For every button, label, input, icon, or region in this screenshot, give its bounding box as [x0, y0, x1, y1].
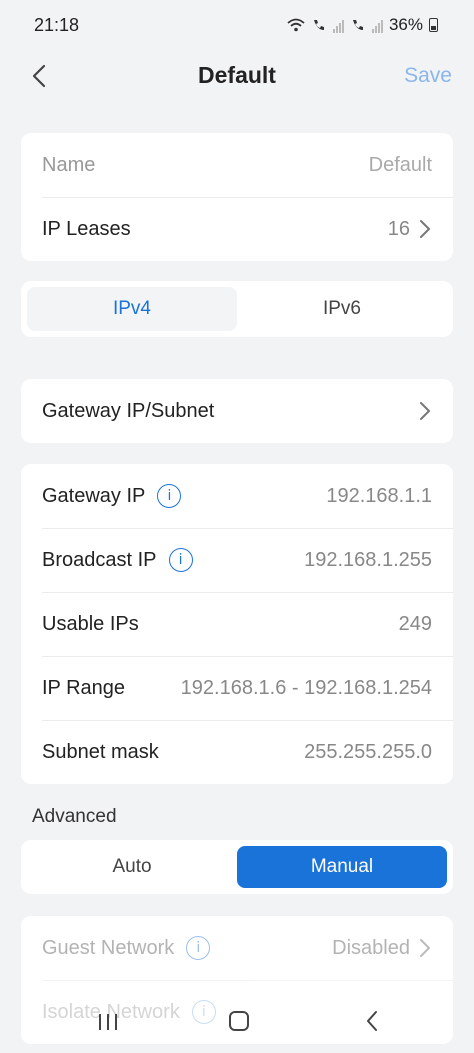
tab-ipv4[interactable]: IPv4 — [27, 287, 237, 331]
general-card: Name Default IP Leases 16 — [21, 133, 453, 261]
status-bar: 21:18 36% — [0, 0, 474, 50]
tab-ipv6[interactable]: IPv6 — [237, 287, 447, 331]
tab-manual[interactable]: Manual — [237, 846, 447, 888]
signal-1-icon — [332, 17, 344, 33]
gateway-subnet-card: Gateway IP/Subnet — [21, 379, 453, 443]
guest-network-label-wrap: Guest Network i — [42, 936, 211, 960]
home-icon[interactable] — [229, 1011, 249, 1031]
ip-range-value: 192.168.1.6 - 192.168.1.254 — [180, 676, 432, 699]
ip-leases-row[interactable]: IP Leases 16 — [21, 197, 453, 261]
guest-network-label: Guest Network — [42, 936, 175, 959]
network-details-card: Gateway IP i 192.168.1.1 Broadcast IP i … — [21, 464, 453, 784]
wifi-calling-icon-2 — [352, 20, 363, 30]
usable-ips-row: Usable IPs 249 — [21, 592, 453, 656]
gateway-ip-row: Gateway IP i 192.168.1.1 — [21, 464, 453, 528]
ip-version-tabs: IPv4 IPv6 — [21, 281, 453, 337]
broadcast-ip-label: Broadcast IP — [42, 548, 157, 571]
ip-range-label: IP Range — [42, 676, 126, 699]
gateway-subnet-chevron-wrap — [418, 401, 432, 421]
gateway-ip-label: Gateway IP — [42, 484, 146, 507]
tab-auto[interactable]: Auto — [27, 846, 237, 888]
info-icon[interactable]: i — [168, 548, 193, 572]
name-value: Default — [368, 153, 432, 176]
ip-leases-count: 16 — [387, 217, 410, 240]
subnet-mask-label: Subnet mask — [42, 740, 159, 763]
system-navigation-bar — [0, 985, 474, 1053]
chevron-right-icon — [420, 220, 430, 238]
save-button[interactable]: Save — [404, 64, 452, 88]
broadcast-ip-label-wrap: Broadcast IP i — [42, 548, 193, 572]
advanced-mode-tabs: Auto Manual — [21, 840, 453, 894]
status-icons: 36% — [287, 15, 438, 35]
nav-back-icon[interactable] — [364, 1009, 380, 1033]
gateway-ip-value: 192.168.1.1 — [326, 484, 432, 507]
broadcast-ip-row: Broadcast IP i 192.168.1.255 — [21, 528, 453, 592]
gateway-subnet-label: Gateway IP/Subnet — [42, 399, 215, 422]
info-icon[interactable]: i — [186, 936, 211, 960]
wifi-calling-icon — [313, 20, 324, 30]
ip-range-row: IP Range 192.168.1.6 - 192.168.1.254 — [21, 656, 453, 720]
name-label: Name — [42, 153, 96, 176]
header: Default Save — [0, 50, 474, 104]
broadcast-ip-value: 192.168.1.255 — [304, 548, 432, 571]
wifi-icon — [287, 18, 305, 32]
page-title: Default — [198, 62, 276, 88]
usable-ips-label: Usable IPs — [42, 612, 139, 635]
guest-network-value-wrap: Disabled — [332, 937, 432, 960]
guest-network-value: Disabled — [332, 936, 410, 959]
chevron-right-icon — [420, 402, 430, 420]
name-row[interactable]: Name Default — [21, 133, 453, 197]
advanced-section-title: Advanced — [32, 806, 117, 827]
ip-leases-label: IP Leases — [42, 217, 131, 240]
subnet-mask-value: 255.255.255.0 — [304, 740, 432, 763]
status-time: 21:18 — [34, 15, 80, 35]
battery-icon — [429, 18, 438, 32]
ip-leases-value-wrap: 16 — [388, 218, 432, 241]
signal-2-icon — [371, 17, 383, 33]
gateway-subnet-row[interactable]: Gateway IP/Subnet — [21, 379, 453, 443]
gateway-ip-label-wrap: Gateway IP i — [42, 484, 182, 508]
subnet-mask-row: Subnet mask 255.255.255.0 — [21, 720, 453, 784]
recent-apps-icon[interactable] — [97, 1012, 119, 1032]
info-icon[interactable]: i — [157, 484, 182, 508]
usable-ips-value: 249 — [398, 612, 432, 635]
chevron-right-icon — [420, 939, 430, 957]
battery-percent: 36% — [388, 15, 423, 34]
guest-network-row[interactable]: Guest Network i Disabled — [21, 916, 453, 980]
